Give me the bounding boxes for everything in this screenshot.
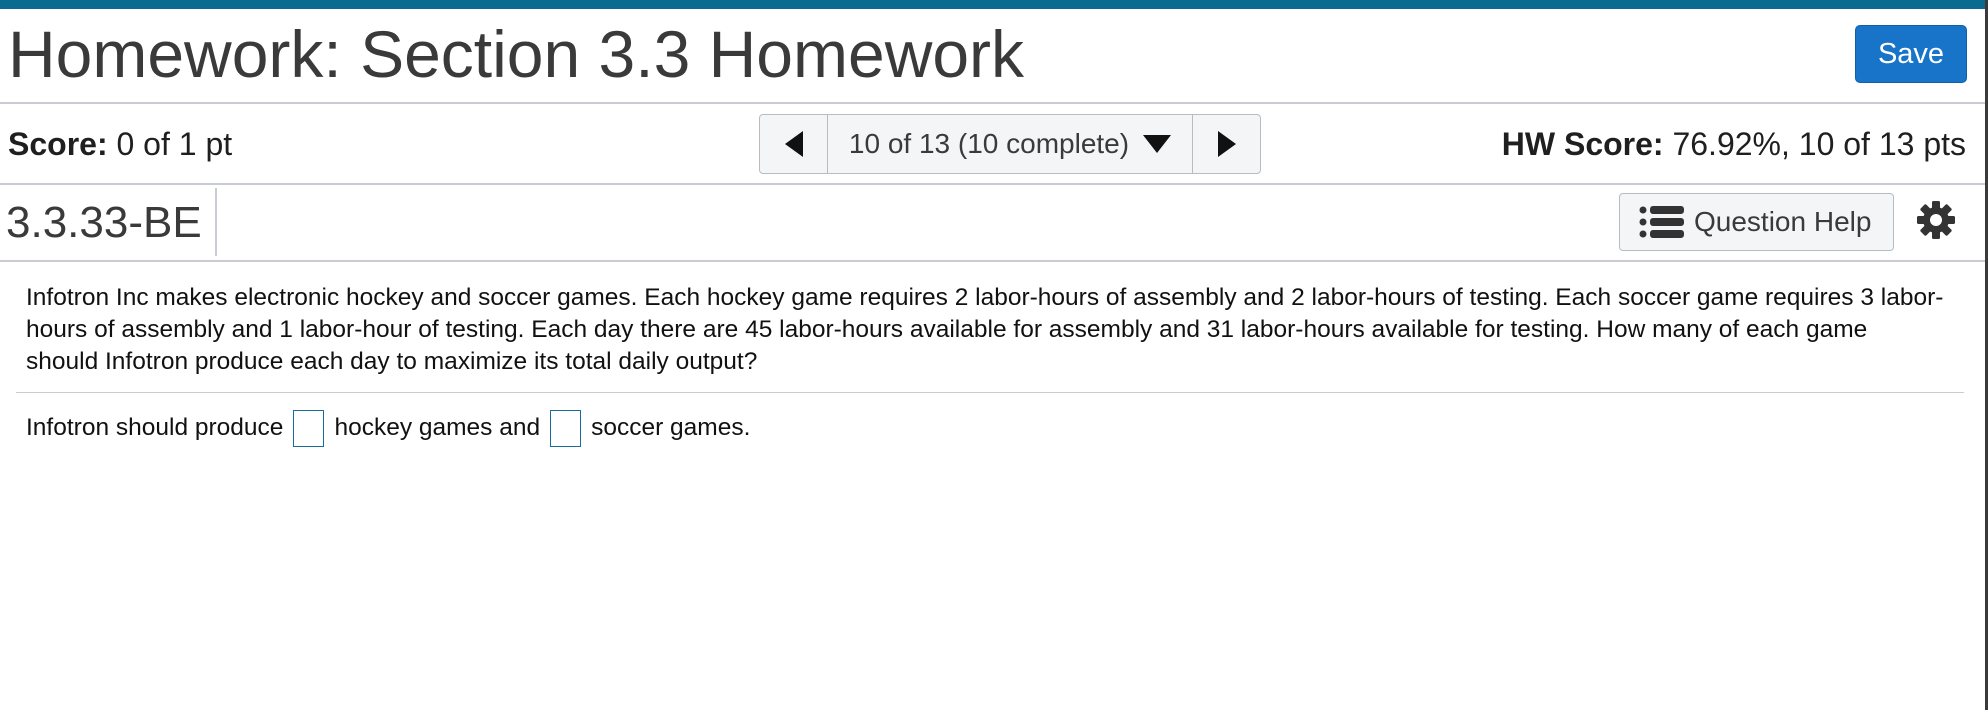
answer-middle: hockey games and (334, 414, 541, 441)
question-id-divider (215, 188, 217, 256)
score-value: 0 of 1 pt (116, 126, 233, 162)
list-icon (1639, 206, 1684, 238)
question-position: 10 of 13 (10 complete) (848, 128, 1130, 159)
hw-score: HW Score: 76.92%, 10 of 13 pts (1502, 124, 1966, 164)
question-text: Infotron Inc makes electronic hockey and… (26, 284, 1944, 375)
save-button[interactable]: Save (1855, 25, 1967, 83)
previous-question-button[interactable] (760, 115, 827, 173)
next-icon (1217, 131, 1236, 157)
question-help-button[interactable]: Question Help (1619, 193, 1894, 251)
score-label: Score: (8, 126, 108, 162)
score: Score: 0 of 1 pt (8, 124, 232, 164)
header-divider (0, 102, 1985, 104)
answer-suffix: soccer games. (591, 414, 751, 441)
page-title: Homework: Section 3.3 Homework (8, 17, 1025, 91)
next-question-button[interactable] (1192, 115, 1260, 173)
hw-score-value: 76.92%, 10 of 13 pts (1672, 126, 1966, 162)
question-answer-divider (16, 392, 1964, 393)
soccer-games-input[interactable] (550, 409, 582, 447)
question-select[interactable]: 10 of 13 (10 complete) (827, 115, 1192, 173)
top-accent-bar (0, 0, 1988, 9)
score-divider (0, 183, 1985, 185)
answer-line: Infotron should produce hockey games and… (26, 408, 750, 448)
hw-score-label: HW Score: (1501, 126, 1664, 162)
question-id: 3.3.33-BE (6, 198, 202, 247)
gear-icon[interactable] (1916, 200, 1956, 240)
previous-icon (784, 131, 803, 157)
question-navigator: 10 of 13 (10 complete) (759, 114, 1261, 174)
answer-prefix: Infotron should produce (26, 414, 284, 441)
hockey-games-input[interactable] (293, 409, 325, 447)
caret-down-icon (1143, 135, 1172, 153)
question-help-label: Question Help (1694, 206, 1872, 237)
question-bar-divider (0, 260, 1985, 262)
